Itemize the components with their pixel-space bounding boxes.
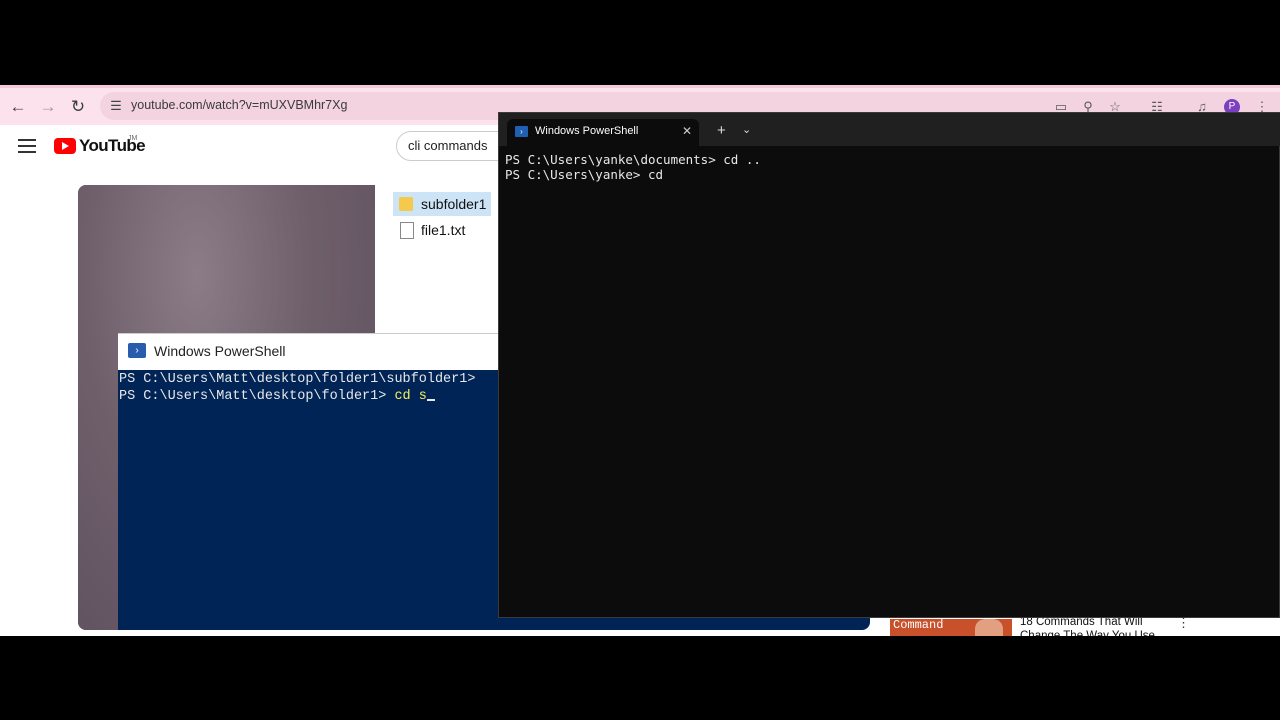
video-console-prompt: PS C:\Users\Matt\desktop\folder1>: [119, 389, 395, 404]
video-console-line: PS C:\Users\Matt\desktop\folder1> cd s: [119, 389, 435, 404]
url-text[interactable]: youtube.com/watch?v=mUXVBMhr7Xg: [131, 98, 347, 112]
recommendation-face: [975, 619, 1003, 636]
back-icon[interactable]: ←: [8, 97, 28, 117]
file-name: file1.txt: [421, 222, 466, 238]
folder-name: subfolder1: [421, 196, 487, 212]
folder-icon: [399, 197, 413, 211]
terminal-window[interactable]: › Windows PowerShell ✕ + ⌄ PS C:\Users\y…: [498, 112, 1280, 618]
hamburger-menu-icon[interactable]: [18, 139, 36, 153]
recommendation-title[interactable]: 18 Commands That Will Change The Way You…: [1020, 615, 1180, 636]
close-icon[interactable]: ✕: [682, 124, 692, 138]
powershell-icon: ›: [128, 343, 146, 358]
reload-icon[interactable]: ↻: [68, 97, 88, 117]
terminal-tab-title[interactable]: Windows PowerShell: [535, 125, 638, 137]
forward-icon[interactable]: →: [38, 97, 58, 117]
video-console-command: cd s: [394, 389, 427, 404]
terminal-line[interactable]: PS C:\Users\yanke\documents> cd ..: [505, 152, 761, 167]
country-code: JM: [128, 135, 138, 142]
terminal-line[interactable]: PS C:\Users\yanke> cd: [505, 167, 663, 182]
chevron-down-icon[interactable]: ⌄: [742, 123, 751, 136]
recommendation-thumb-text: Command: [893, 618, 944, 632]
video-console-line: PS C:\Users\Matt\desktop\folder1\subfold…: [119, 372, 476, 387]
text-cursor: [426, 399, 435, 401]
youtube-logo-icon[interactable]: [54, 138, 76, 154]
video-powershell-title: Windows PowerShell: [154, 343, 286, 359]
search-input-value[interactable]: cli commands: [408, 138, 487, 153]
site-info-icon[interactable]: ☰: [106, 96, 126, 116]
powershell-icon: ›: [515, 126, 528, 137]
text-file-icon: [400, 222, 414, 239]
new-tab-icon[interactable]: +: [717, 122, 726, 139]
